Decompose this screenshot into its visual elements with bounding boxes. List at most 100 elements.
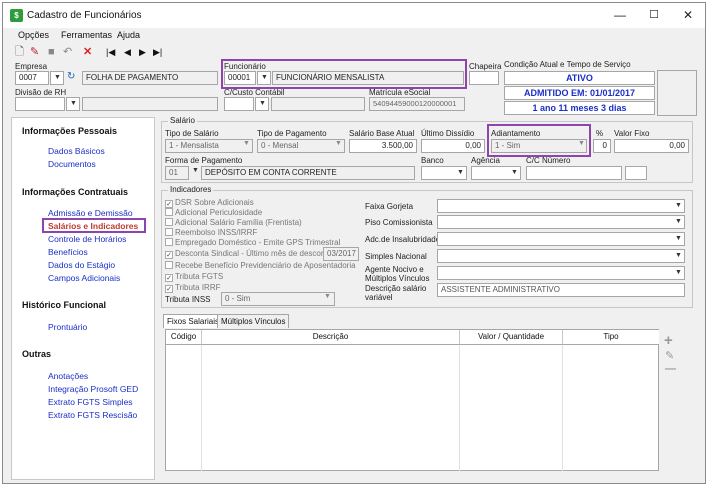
tipo-pagamento-select[interactable]: 0 - Mensal bbox=[257, 139, 345, 153]
checkbox-periculosidade[interactable]: Adicional Periculosidade bbox=[165, 208, 262, 217]
matricula-label: Matrícula eSocial bbox=[369, 88, 431, 97]
grid-column bbox=[202, 345, 460, 471]
checkbox-tributa-irrf[interactable]: ✓ Tributa IRRF bbox=[165, 283, 221, 293]
salario-base-label: Salário Base Atual bbox=[349, 129, 415, 138]
sidebar-item-beneficios[interactable]: Benefícios bbox=[48, 247, 88, 257]
last-record-icon[interactable]: ▶| bbox=[153, 45, 162, 59]
edit-icon[interactable]: ✎ bbox=[30, 45, 39, 59]
piso-comissionista-select[interactable]: ▼ bbox=[437, 215, 685, 229]
simples-nacional-select[interactable]: ▼ bbox=[437, 249, 685, 263]
faixa-gorjeta-label: Faixa Gorjeta bbox=[365, 202, 414, 211]
sidebar-item-extrato-simples[interactable]: Extrato FGTS Simples bbox=[48, 397, 133, 407]
dissidio-field[interactable]: 0,00 bbox=[421, 139, 485, 153]
checkbox-tributa-fgts[interactable]: ✓ Tributa FGTS bbox=[165, 272, 223, 282]
percent-field[interactable]: 0 bbox=[593, 139, 611, 153]
title-bar: $ Cadastro de Funcionários — ☐ ✕ bbox=[3, 3, 705, 28]
sidebar-item-estagio[interactable]: Dados do Estágio bbox=[48, 260, 115, 270]
tipo-salario-select[interactable]: 1 - Mensalista bbox=[165, 139, 253, 153]
chevron-down-icon: ▼ bbox=[324, 293, 331, 300]
maximize-button[interactable]: ☐ bbox=[643, 7, 665, 23]
chevron-down-icon: ▼ bbox=[192, 167, 199, 174]
sidebar-item-admissao[interactable]: Admissão e Demissão bbox=[48, 208, 133, 218]
admission-date-badge: ADMITIDO EM: 01/01/2017 bbox=[504, 86, 655, 100]
sidebar-item-anotacoes[interactable]: Anotações bbox=[48, 371, 88, 381]
divisao-dropdown[interactable]: ▼ bbox=[66, 97, 80, 111]
agente-nocivo-select[interactable]: ▼ bbox=[437, 266, 685, 280]
checkbox-salario-familia[interactable]: Adicional Salário Família (Frentista) bbox=[165, 218, 302, 227]
save-icon[interactable]: ■ bbox=[48, 45, 55, 59]
grid-column bbox=[166, 345, 202, 471]
sidebar-item-documentos[interactable]: Documentos bbox=[48, 159, 96, 169]
sidebar-item-extrato-rescisao[interactable]: Extrato FGTS Rescisão bbox=[48, 410, 137, 420]
column-header-tipo[interactable]: Tipo bbox=[563, 330, 659, 345]
sidebar-item-dados-basicos[interactable]: Dados Básicos bbox=[48, 146, 105, 156]
remove-row-icon[interactable]: — bbox=[665, 363, 676, 375]
previous-record-icon[interactable]: ◀ bbox=[124, 45, 131, 59]
menu-ajuda[interactable]: Ajuda bbox=[117, 30, 140, 40]
menu-bar: Opções Ferramentas Ajuda bbox=[3, 28, 705, 43]
chevron-down-icon: ▼ bbox=[70, 100, 77, 107]
delete-icon[interactable]: ✕ bbox=[83, 45, 92, 59]
column-header-valor[interactable]: Valor / Quantidade bbox=[460, 330, 563, 345]
agencia-label: Agência bbox=[471, 156, 500, 165]
sidebar-item-campos[interactable]: Campos Adicionais bbox=[48, 273, 120, 283]
indicadores-group-label: Indicadores bbox=[168, 185, 214, 194]
valor-fixo-label: Valor Fixo bbox=[614, 129, 650, 138]
first-record-icon[interactable]: |◀ bbox=[106, 45, 115, 59]
custo-dropdown[interactable]: ▼ bbox=[255, 97, 269, 111]
refresh-icon[interactable]: ↻ bbox=[67, 71, 75, 82]
agencia-select[interactable]: ▼ bbox=[471, 166, 521, 180]
sidebar-item-prosoft[interactable]: Integração Prosoft GED bbox=[48, 384, 138, 394]
forma-pagamento-code[interactable]: 01 bbox=[165, 166, 189, 180]
sidebar-item-prontuario[interactable]: Prontuário bbox=[48, 322, 87, 332]
simples-nacional-label: Simples Nacional bbox=[365, 252, 427, 261]
salario-base-field[interactable]: 3.500,00 bbox=[349, 139, 417, 153]
minimize-button[interactable]: — bbox=[609, 7, 631, 23]
chapeira-field[interactable] bbox=[469, 71, 499, 85]
undo-icon[interactable]: ↶ bbox=[63, 45, 72, 59]
checkbox-dsr[interactable]: ✓ DSR Sobre Adicionais bbox=[165, 198, 254, 208]
photo-frame[interactable] bbox=[657, 70, 697, 116]
forma-pagamento-label: Forma de Pagamento bbox=[165, 156, 243, 165]
conta-digito-field[interactable] bbox=[625, 166, 647, 180]
empresa-label: Empresa bbox=[15, 62, 48, 71]
conta-field[interactable] bbox=[526, 166, 622, 180]
column-header-descricao[interactable]: Descrição bbox=[202, 330, 460, 345]
divisao-field[interactable] bbox=[15, 97, 65, 111]
chevron-down-icon: ▼ bbox=[675, 235, 682, 242]
tab-fixos-salariais[interactable]: Fixos Salariais bbox=[163, 314, 224, 328]
custo-label: C/Custo Contábil bbox=[224, 88, 285, 97]
new-icon[interactable]: 🗋 bbox=[15, 45, 24, 59]
descricao-salario-field[interactable]: ASSISTENTE ADMINISTRATIVO bbox=[437, 283, 685, 297]
checkbox-domestico[interactable]: Empregado Doméstico - Emite GPS Trimestr… bbox=[165, 238, 340, 247]
grid-column bbox=[460, 345, 563, 471]
edit-row-icon[interactable]: ✎ bbox=[665, 349, 674, 362]
tab-multiplos-vinculos[interactable]: Múltiplos Vínculos bbox=[217, 314, 290, 328]
banco-label: Banco bbox=[421, 156, 444, 165]
insalubridade-select[interactable]: ▼ bbox=[437, 232, 685, 246]
custo-field[interactable] bbox=[224, 97, 254, 111]
menu-opcoes[interactable]: Opções bbox=[18, 30, 49, 40]
sindical-month-field[interactable]: 03/2017 bbox=[323, 247, 359, 261]
tributa-inss-select[interactable]: 0 - Sim bbox=[221, 292, 335, 306]
checkbox-reembolso[interactable]: Reembolso INSS/IRRF bbox=[165, 228, 257, 237]
empresa-code-field[interactable]: 0007 bbox=[15, 71, 49, 85]
checkbox-aposentadoria[interactable]: Recebe Benefício Previdenciário de Apose… bbox=[165, 261, 356, 270]
conta-label: C/C Número bbox=[526, 156, 571, 165]
menu-ferramentas[interactable]: Ferramentas bbox=[61, 30, 112, 40]
chevron-down-icon: ▼ bbox=[675, 218, 682, 225]
close-button[interactable]: ✕ bbox=[677, 7, 699, 23]
next-record-icon[interactable]: ▶ bbox=[139, 45, 146, 59]
checkbox-sindical[interactable]: ✓ Desconta Sindical - Último mês de desco… bbox=[165, 249, 332, 259]
faixa-gorjeta-select[interactable]: ▼ bbox=[437, 199, 685, 213]
custo-name-field bbox=[271, 97, 365, 111]
add-row-icon[interactable]: + bbox=[664, 332, 673, 349]
divisao-label: Divisão de RH bbox=[15, 88, 67, 97]
descricao-salario-label: Descrição salário variável bbox=[365, 284, 427, 302]
salarios-highlight bbox=[42, 218, 146, 233]
valor-fixo-field[interactable]: 0,00 bbox=[614, 139, 689, 153]
empresa-dropdown[interactable]: ▼ bbox=[50, 71, 64, 85]
banco-select[interactable]: ▼ bbox=[421, 166, 467, 180]
sidebar-item-horarios[interactable]: Controle de Horários bbox=[48, 234, 126, 244]
column-header-codigo[interactable]: Código bbox=[166, 330, 202, 345]
